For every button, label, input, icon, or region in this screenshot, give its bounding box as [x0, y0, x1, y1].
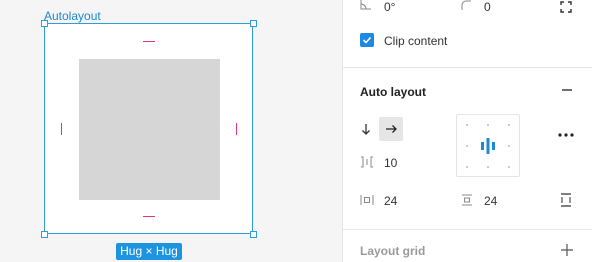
horizontal-direction-button[interactable] — [379, 117, 403, 141]
alignment-dot[interactable] — [508, 166, 510, 168]
resize-handle-bottom-left[interactable] — [41, 231, 48, 238]
alignment-dot[interactable] — [508, 124, 510, 126]
spacing-input[interactable]: 10 — [384, 156, 397, 170]
vertical-padding-icon — [461, 194, 473, 208]
alignment-dot[interactable] — [466, 166, 468, 168]
alignment-dot[interactable] — [487, 124, 489, 126]
clip-content-label[interactable]: Clip content — [384, 34, 447, 48]
frame-name-label[interactable]: Autolayout — [44, 9, 101, 23]
section-divider — [343, 67, 592, 68]
more-options-icon[interactable] — [558, 127, 574, 139]
resize-handle-top-left[interactable] — [41, 20, 48, 27]
vertical-padding-input[interactable]: 24 — [484, 194, 497, 208]
resize-handle-bottom-right[interactable] — [250, 231, 257, 238]
individual-padding-icon[interactable] — [560, 193, 572, 209]
corner-radius-input[interactable]: 0 — [484, 0, 491, 14]
padding-indicator-top[interactable] — [143, 41, 155, 42]
add-layout-grid-icon[interactable] — [561, 244, 573, 258]
horizontal-padding-input[interactable]: 24 — [384, 194, 397, 208]
alignment-dot[interactable] — [508, 145, 510, 147]
canvas[interactable]: Autolayout Hug × Hug — [0, 0, 342, 262]
alignment-grid[interactable] — [456, 114, 520, 177]
size-badge: Hug × Hug — [116, 243, 182, 260]
properties-panel: 0° 0 Clip content Auto layout 10 24 24 L… — [342, 0, 592, 262]
child-rectangle[interactable] — [79, 59, 220, 200]
rotation-icon — [360, 0, 372, 12]
rotation-input[interactable]: 0° — [384, 0, 395, 14]
layout-grid-title: Layout grid — [360, 244, 426, 258]
horizontal-padding-icon — [360, 194, 374, 208]
independent-corners-icon[interactable] — [560, 1, 572, 15]
section-divider — [343, 229, 592, 230]
center-alignment-icon[interactable] — [479, 137, 497, 155]
resize-handle-top-right[interactable] — [250, 20, 257, 27]
alignment-dot[interactable] — [487, 166, 489, 168]
alignment-dot[interactable] — [466, 124, 468, 126]
padding-indicator-left[interactable] — [61, 123, 62, 135]
auto-layout-title: Auto layout — [360, 85, 426, 99]
padding-indicator-bottom[interactable] — [143, 216, 155, 217]
clip-content-checkbox[interactable] — [360, 33, 374, 47]
alignment-dot[interactable] — [466, 145, 468, 147]
padding-indicator-right[interactable] — [236, 123, 237, 135]
vertical-direction-icon[interactable] — [360, 123, 372, 137]
corner-radius-icon — [461, 0, 471, 12]
remove-auto-layout-icon[interactable] — [561, 84, 573, 98]
spacing-between-icon — [360, 156, 374, 170]
